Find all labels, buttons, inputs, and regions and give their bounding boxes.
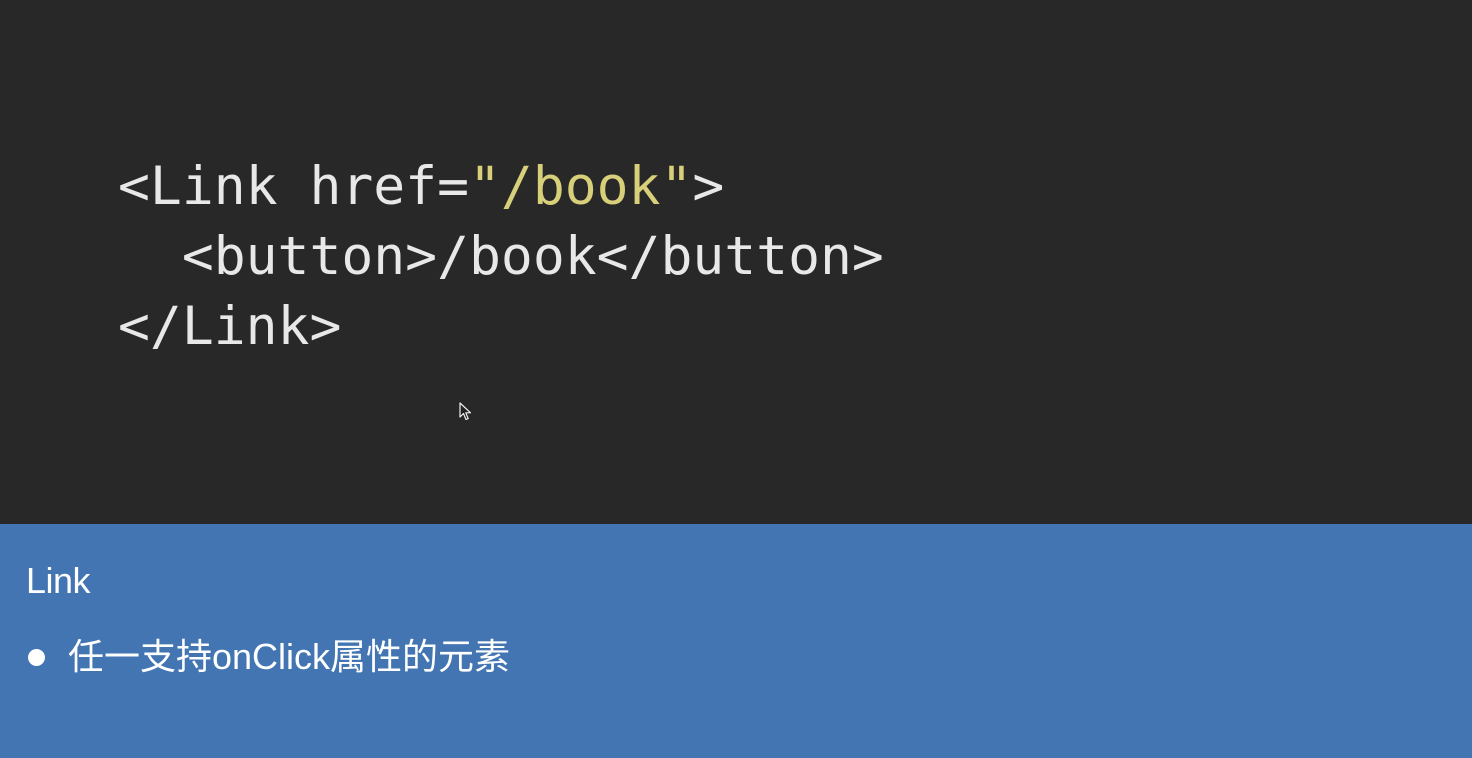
slide: <Link href="/book"> <button>/book</butto… (0, 0, 1472, 758)
mouse-pointer-icon (459, 402, 472, 421)
notes-list: 任一支持onClick属性的元素 (26, 632, 510, 682)
notes-panel: Link 任一支持onClick属性的元素 (0, 524, 1472, 758)
code-line-1: <Link href="/book"> (118, 152, 884, 222)
code-tag-open: <Link href= (118, 156, 469, 217)
code-line-2: <button>/book</button> (118, 226, 884, 287)
notes-title: Link (26, 560, 91, 601)
list-item-text: 任一支持onClick属性的元素 (68, 636, 511, 677)
code-tag-close: > (692, 156, 725, 217)
bullet-icon (28, 649, 45, 666)
list-item: 任一支持onClick属性的元素 (26, 632, 510, 682)
code-string-href: "/book" (469, 156, 693, 217)
code-line-3: </Link> (118, 296, 342, 357)
code-panel: <Link href="/book"> <button>/book</butto… (0, 0, 1472, 524)
code-block: <Link href="/book"> <button>/book</butto… (118, 152, 884, 362)
